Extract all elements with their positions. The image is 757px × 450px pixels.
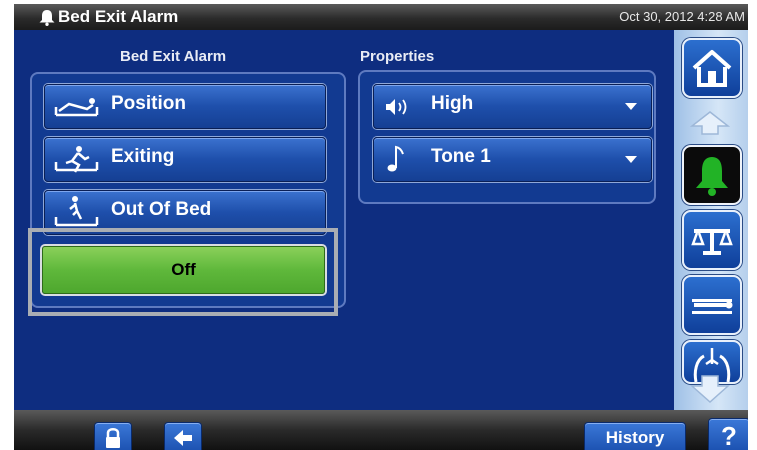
history-button[interactable]: History [584,422,686,450]
bell-icon [39,10,55,26]
chevron-down-icon [625,156,637,163]
date-time: Oct 30, 2012 4:28 AM [619,9,745,24]
bottom-bar: History ? [14,410,748,450]
title-bar: Bed Exit Alarm Oct 30, 2012 4:28 AM [14,4,748,30]
back-arrow-icon [174,430,192,446]
home-button[interactable] [682,38,742,98]
scale-icon [691,229,733,255]
volume-value: High [431,93,474,114]
bed-button[interactable] [682,275,742,335]
home-icon [692,50,732,87]
chevron-down-icon [625,103,637,110]
exiting-label: Exiting [111,146,175,167]
tone-value: Tone 1 [431,146,491,167]
speaker-icon [386,99,407,115]
out-of-bed-label: Out Of Bed [111,199,212,220]
bell-icon [696,157,728,196]
bed-position-icon [54,98,99,117]
exiting-button[interactable]: Exiting [44,137,326,182]
bed-icon [692,299,733,314]
help-button[interactable]: ? [708,418,748,450]
right-nav-rail [674,30,748,410]
off-button[interactable]: Off [42,246,325,294]
out-of-bed-icon [54,196,99,227]
scale-button[interactable] [682,210,742,270]
position-button[interactable]: Position [44,84,326,129]
position-label: Position [111,93,186,114]
lock-icon [106,428,120,448]
page-title: Bed Exit Alarm [58,7,179,26]
tone-dropdown[interactable]: Tone 1 [373,137,652,182]
patient-exiting-icon [54,146,99,173]
screen: Bed Exit Alarm Oct 30, 2012 4:28 AM Bed … [14,4,748,450]
bed-exit-alarm-nav-button[interactable] [682,145,742,205]
scroll-up-arrow-icon[interactable] [690,110,730,136]
lock-button[interactable] [94,422,132,450]
scroll-down-arrow-icon[interactable] [690,374,730,404]
properties-label: Properties [360,48,435,65]
volume-dropdown[interactable]: High [373,84,652,129]
bed-exit-alarm-label: Bed Exit Alarm [120,48,227,65]
back-button[interactable] [164,422,202,450]
music-note-icon [387,145,404,172]
